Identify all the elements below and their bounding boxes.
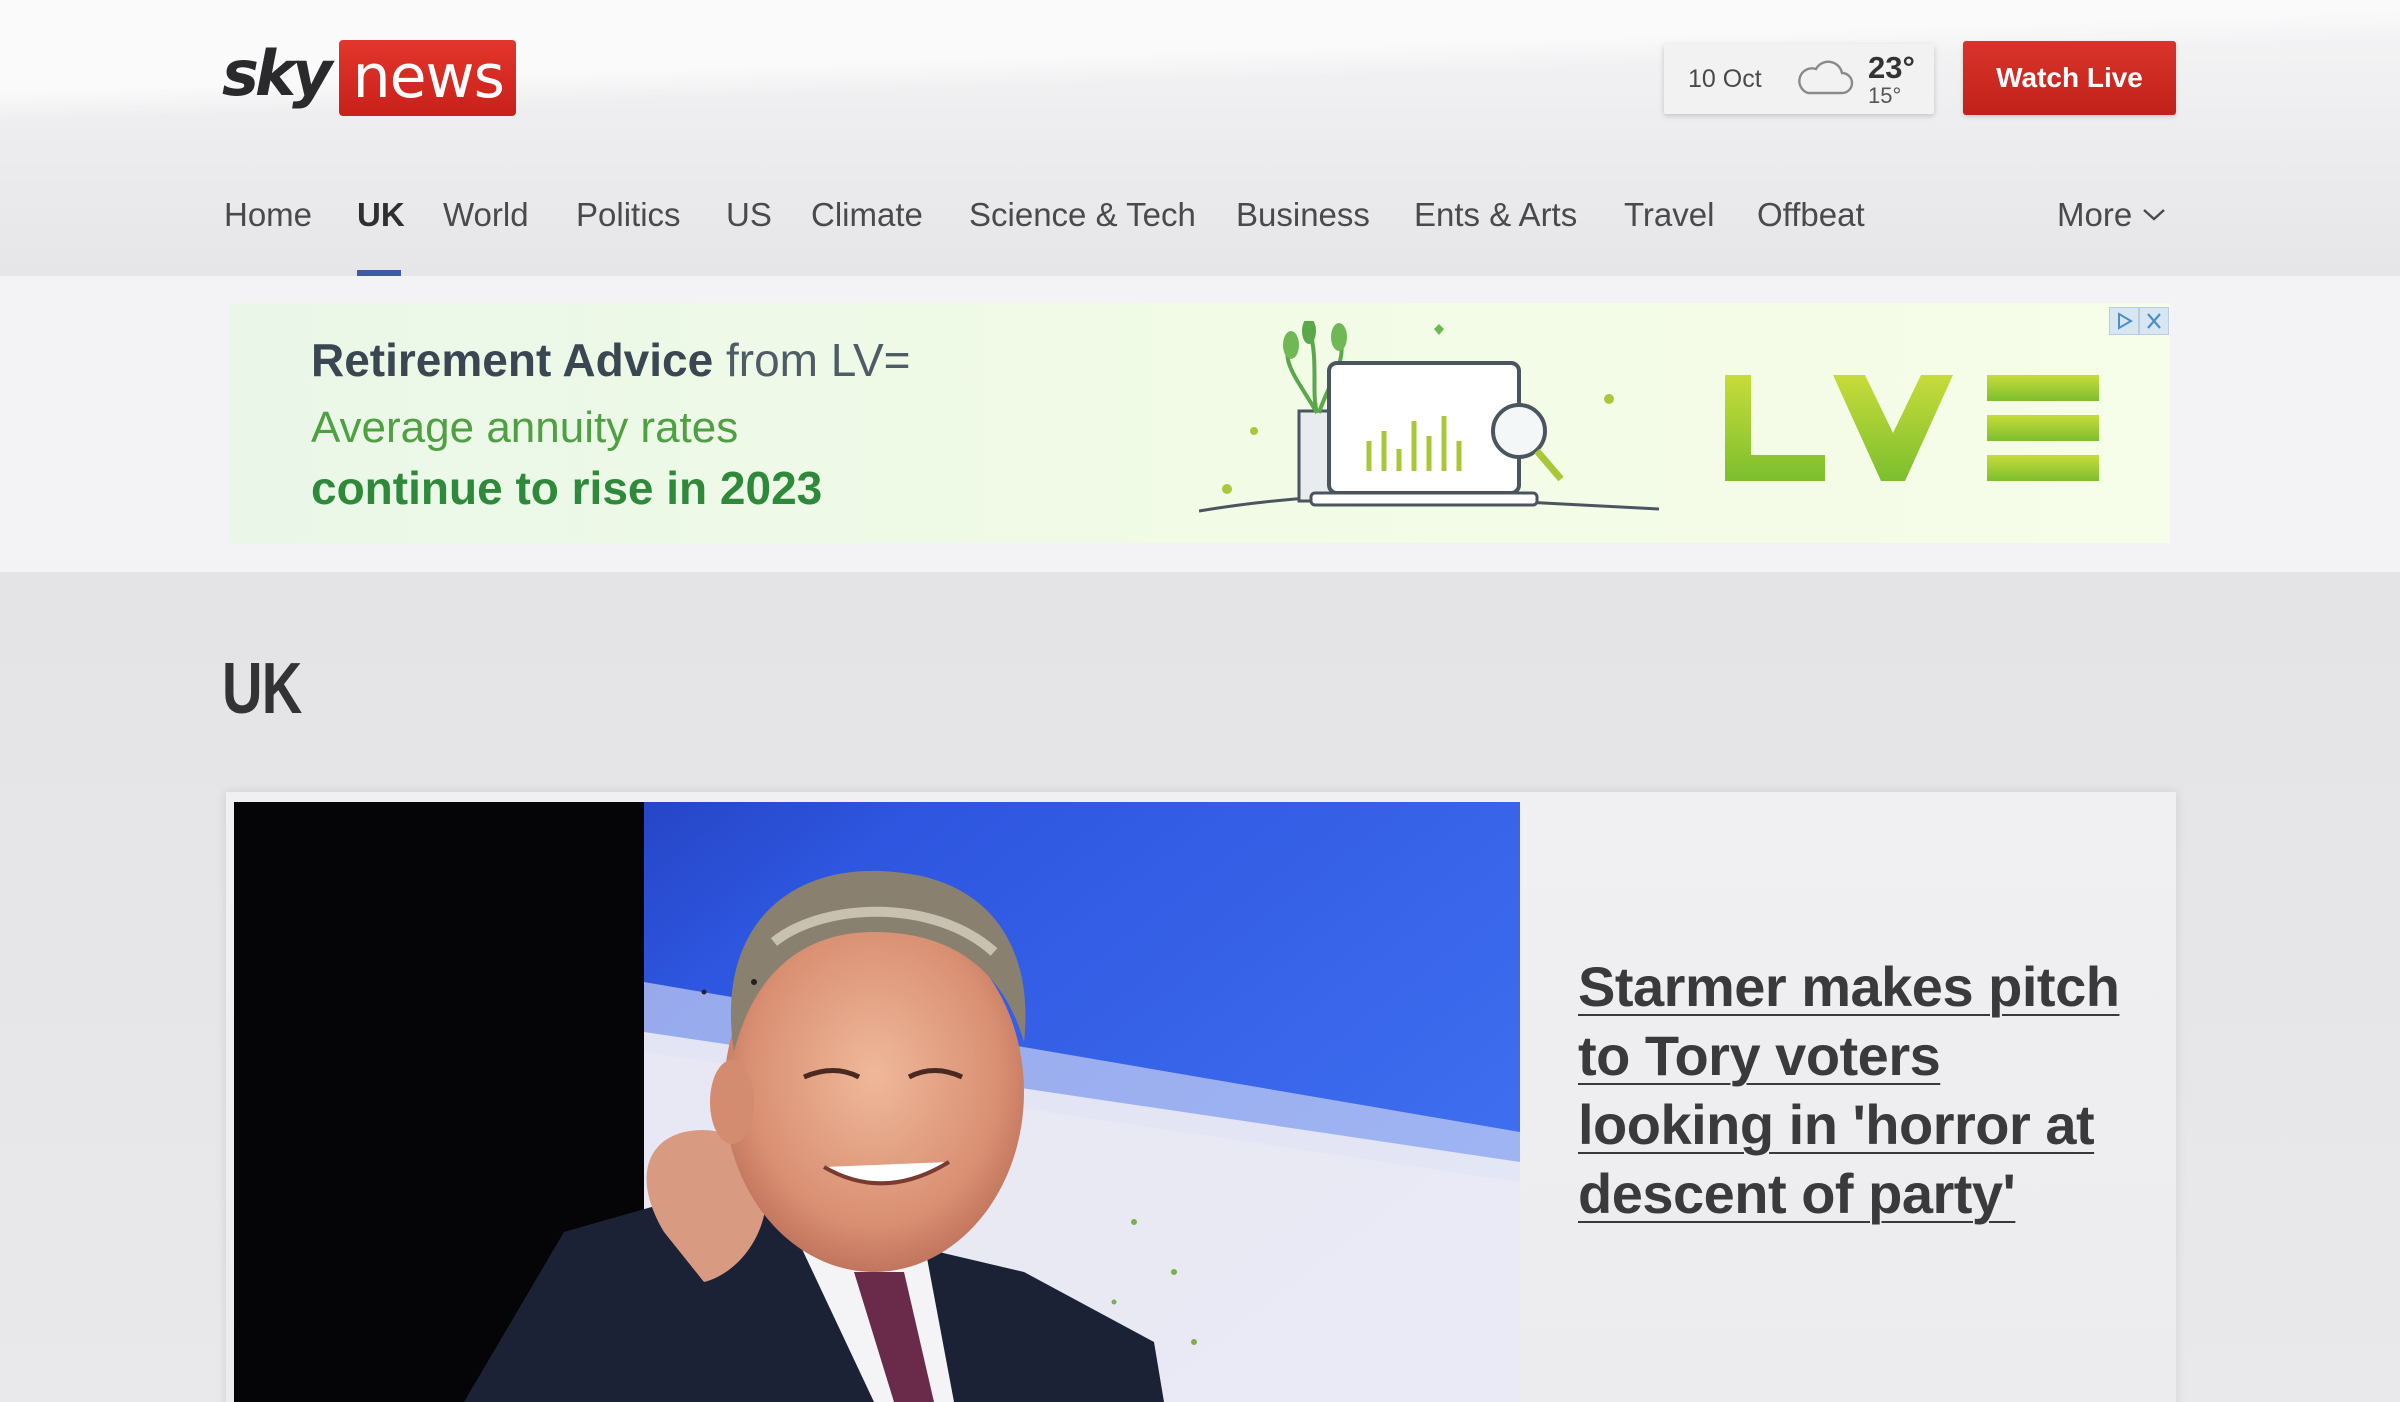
main-nav: Home UK World Politics US Climate Scienc… (0, 184, 2400, 276)
advertisement-banner[interactable]: Retirement Advice from LV= Average annui… (229, 303, 2170, 543)
ad-headline-rest: from LV= (713, 334, 911, 386)
nav-item-travel[interactable]: Travel (1624, 196, 1714, 276)
nav-item-home[interactable]: Home (224, 196, 312, 276)
nav-item-world[interactable]: World (443, 196, 529, 276)
page-title: UK (222, 649, 302, 729)
nav-item-us[interactable]: US (726, 196, 772, 276)
nav-item-offbeat[interactable]: Offbeat (1757, 196, 1865, 276)
nav-item-uk[interactable]: UK (357, 196, 405, 276)
lead-story-card[interactable]: Starmer makes pitch to Tory voters looki… (226, 792, 2176, 1402)
ad-close-icon[interactable] (2139, 307, 2169, 335)
nav-item-business[interactable]: Business (1236, 196, 1370, 276)
lead-story-headline[interactable]: Starmer makes pitch to Tory voters looki… (1578, 952, 2138, 1228)
weather-temps: 23° 15° (1868, 52, 1915, 107)
nav-item-climate[interactable]: Climate (811, 196, 923, 276)
chevron-down-icon (2143, 209, 2165, 221)
ad-choices-icon[interactable] (2109, 307, 2139, 335)
sky-news-logo[interactable]: sky news (222, 37, 516, 118)
nav-item-ents-arts[interactable]: Ents & Arts (1414, 196, 1577, 276)
lead-story-image[interactable] (234, 802, 1520, 1402)
weather-widget[interactable]: 10 Oct 23° 15° (1664, 44, 1934, 114)
ad-subline-bold: continue to rise in 2023 (311, 462, 823, 514)
nav-item-politics[interactable]: Politics (576, 196, 681, 276)
ad-headline: Retirement Advice from LV= (311, 333, 911, 387)
lv-brand-logo (1725, 375, 2099, 481)
ad-headline-bold: Retirement Advice (311, 334, 714, 386)
logo-news-text: news (338, 40, 516, 116)
site-header: sky news 10 Oct 23° 15° Watch Live Home … (0, 0, 2400, 276)
nav-more-label: More (2057, 196, 2133, 233)
cloud-icon (1798, 60, 1854, 95)
logo-sky-text: sky (222, 37, 333, 110)
watch-live-button[interactable]: Watch Live (1963, 41, 2176, 115)
laptop-chart-illustration (1199, 321, 1659, 513)
keir-starmer-photo (234, 802, 1520, 1402)
ad-subline: Average annuity rates (311, 403, 739, 452)
nav-item-science-tech[interactable]: Science & Tech (969, 196, 1196, 276)
weather-low-temp: 15° (1868, 82, 1902, 108)
weather-high-temp: 23° (1868, 49, 1915, 85)
weather-date: 10 Oct (1688, 64, 1762, 93)
nav-more-dropdown[interactable]: More (2057, 196, 2166, 234)
